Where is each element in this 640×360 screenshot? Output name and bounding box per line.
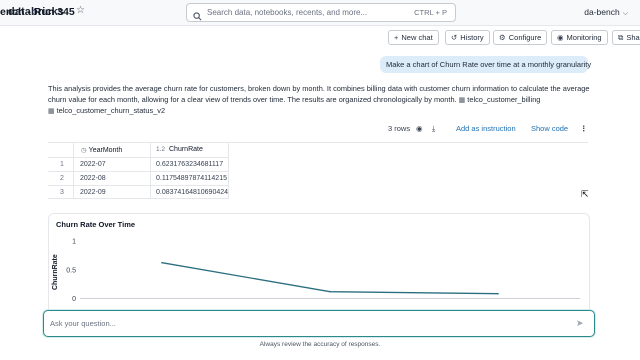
row-index: 1 [60,161,64,168]
data-point[interactable] [497,292,499,295]
question-input-placeholder: Ask your question... [50,319,116,328]
gear-icon: ⚙ [499,33,506,42]
chart-y-axis-label: ChurnRate [52,254,59,290]
chart-title: Churn Rate Over Time [56,220,136,229]
churn-rate-line[interactable] [161,262,499,295]
row-index: 3 [60,189,64,196]
share-button[interactable]: ⧉ Sha [612,30,640,45]
cell-yearmonth: 2022-07 [80,161,106,168]
table-icon: ▦ [48,108,55,115]
response-text: This analysis provides the average churn… [48,84,590,115]
column-header-yearmonth[interactable]: ◷ YearMonth [81,146,122,154]
chevron-down-icon: ⌵ [622,10,628,17]
share-icon: ⧉ [618,33,624,42]
data-point[interactable] [329,290,331,293]
y-tick-label: 0.5 [66,267,76,274]
send-icon[interactable]: ➤ [576,318,584,329]
more-options-icon[interactable]: ⋮ [580,124,588,136]
question-input[interactable] [43,310,595,337]
history-button[interactable]: ↺ History [445,30,490,45]
download-icon[interactable]: ⤓ [432,124,435,136]
table-tag-churn-status[interactable]: ▦ telco_customer_churn_status_v2 [48,106,165,115]
eye-icon: ◉ [557,33,564,42]
monitoring-button[interactable]: ◉ Monitoring [551,30,608,45]
y-tick-label: 0 [72,296,76,303]
date-type-icon: ◷ [81,147,87,154]
record-icon[interactable]: ◉ [416,124,423,136]
add-as-instruction-link[interactable]: Add as instruction [456,124,516,136]
global-search[interactable]: Search data, notebooks, recents, and mor… [186,3,456,22]
star-icon[interactable]: ☆ [76,5,85,16]
cell-churnrate: 0.08374164810690424 [156,189,229,196]
page-title: ench - Run 345 [0,6,75,18]
table-tag-billing[interactable]: ▦ telco_customer_billing [459,95,541,104]
top-bar: databricks Search data, notebooks, recen… [0,0,640,26]
table-icon: ▦ [458,96,466,104]
cell-yearmonth: 2022-09 [80,189,106,196]
user-message: Make a chart of Churn Rate over time at … [380,56,591,73]
churn-rate-chart: 10.50 [66,239,580,303]
data-point[interactable] [161,261,163,264]
configure-button[interactable]: ⚙ Configure [493,30,548,45]
show-code-link[interactable]: Show code [531,124,568,136]
workspace-switcher[interactable]: da-bench ⌵ [584,7,628,18]
row-index: 2 [60,175,64,182]
cell-yearmonth: 2022-08 [80,175,106,182]
column-header-churnrate[interactable]: 1.2 ChurnRate [156,146,203,153]
workspace-name: da-bench [584,7,620,17]
y-tick-label: 1 [72,239,76,246]
row-count: 3 rows [388,124,411,133]
cell-churnrate: 0.6231763234681117 [156,161,224,168]
disclaimer-text: Always review the accuracy of responses. [259,341,381,348]
search-input[interactable]: Search data, notebooks, recents, and mor… [207,8,367,17]
plus-icon: + [394,33,399,42]
new-chat-button[interactable]: + New chat [388,30,439,45]
column-divider [228,142,229,199]
mouse-cursor-icon: ⇱ [581,189,589,199]
search-shortcut: CTRL + P [414,8,447,17]
history-icon: ↺ [451,33,458,42]
search-icon [193,8,202,26]
cell-churnrate: 0.11754897874114215 [156,175,227,182]
number-type-icon: 1.2 [156,146,166,153]
